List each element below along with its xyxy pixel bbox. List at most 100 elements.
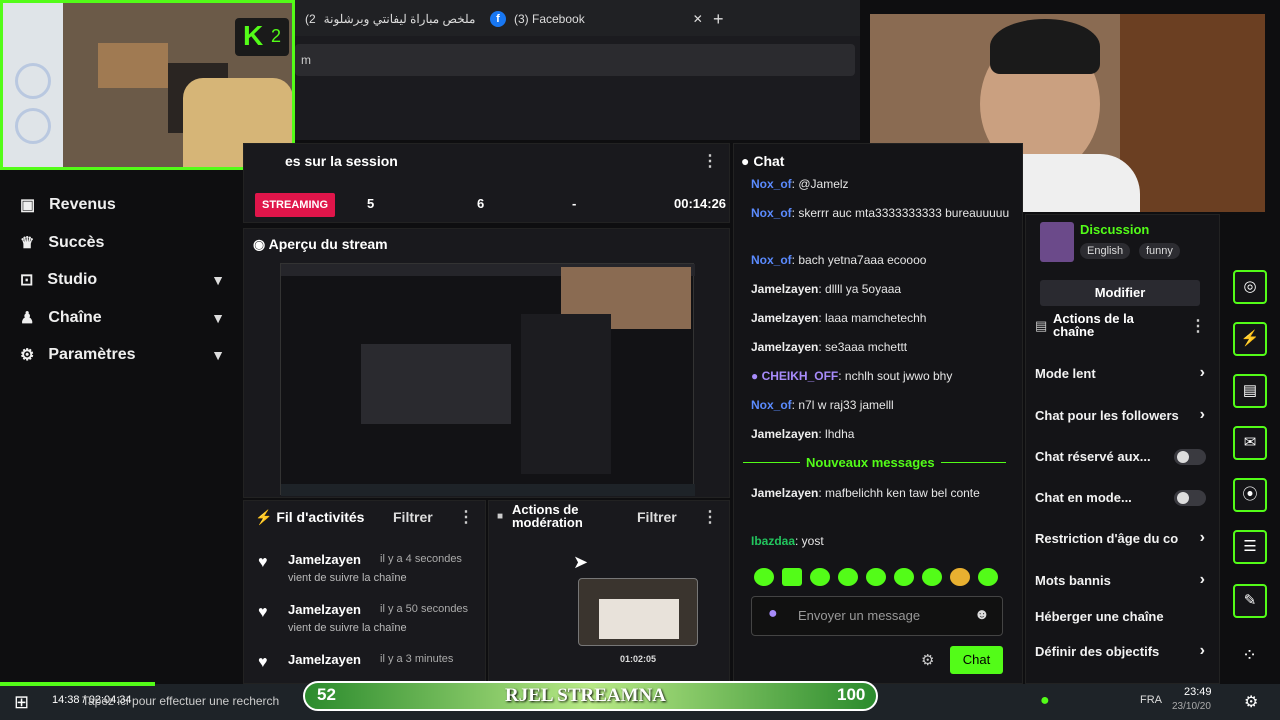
new-tab-button[interactable]: + bbox=[713, 6, 724, 32]
preview-inner bbox=[361, 344, 511, 424]
close-icon[interactable]: ✕ bbox=[693, 12, 703, 26]
list-item: ♥ Jamelzayen il y a 4 secondes vient de … bbox=[258, 552, 478, 592]
category-thumbnail bbox=[1040, 222, 1074, 262]
tag: English bbox=[1080, 243, 1131, 259]
overlay-right-value: 100 bbox=[837, 685, 866, 704]
chat-username[interactable]: CHEIKH_OFF bbox=[762, 369, 839, 383]
chat-placeholder: Envoyer un message bbox=[798, 608, 921, 623]
emote-icon[interactable] bbox=[866, 568, 886, 586]
language-indicator[interactable]: FRA bbox=[1140, 694, 1162, 706]
channel-action[interactable]: Chat pour les followers › bbox=[1035, 406, 1205, 423]
more-options-icon[interactable]: ⋮ bbox=[702, 507, 718, 527]
overlay-left-value: 52 bbox=[317, 685, 336, 704]
emote-icon[interactable] bbox=[838, 568, 858, 586]
layout-button[interactable]: ☰ bbox=[1233, 530, 1267, 564]
sidebar-item-succes[interactable]: ♛ Succès bbox=[20, 228, 225, 258]
chat-username[interactable]: Nox_of bbox=[751, 398, 792, 412]
category-name[interactable]: Discussion bbox=[1080, 222, 1149, 237]
sidebar-item-label: Paramètres bbox=[48, 346, 136, 363]
toggle-switch[interactable] bbox=[1174, 449, 1206, 465]
emote-icon[interactable] bbox=[978, 568, 998, 586]
activity-user[interactable]: Jamelzayen bbox=[288, 552, 361, 567]
bolt-button[interactable]: ⚡ bbox=[1233, 322, 1267, 356]
toggle-switch[interactable] bbox=[1174, 490, 1206, 506]
wrench-button[interactable]: ✎ bbox=[1233, 584, 1267, 618]
sidebar-item-studio[interactable]: ⊡ Studio ▼ bbox=[20, 265, 225, 295]
search-input[interactable]: Tapez ici pour effectuer une recherch bbox=[82, 694, 279, 708]
camera-button[interactable]: ◎ bbox=[1233, 270, 1267, 304]
more-options-icon[interactable]: ⋮ bbox=[702, 151, 718, 171]
actions-title: Actions de la chaîne bbox=[1053, 311, 1134, 339]
channel-action-label: Mots bannis bbox=[1035, 573, 1111, 588]
emote-icon[interactable] bbox=[782, 568, 802, 586]
chat-text: : lhdha bbox=[818, 427, 855, 441]
sidebar-item-chaine[interactable]: ♟ Chaîne ▼ bbox=[20, 303, 225, 333]
tab-facebook[interactable]: f (3) Facebook ✕ bbox=[490, 6, 703, 32]
dots-cluster-icon[interactable]: ⁘ bbox=[1242, 645, 1257, 666]
chat-username[interactable]: Jamelzayen bbox=[751, 282, 818, 296]
kick-count: 2 bbox=[271, 26, 282, 46]
emote-icon[interactable] bbox=[950, 568, 970, 586]
tab-title: ملخص مباراة ليفانتي وبرشلونة bbox=[323, 12, 476, 26]
sidebar-item-label: Studio bbox=[47, 271, 98, 288]
tray-icon[interactable]: ● bbox=[1040, 692, 1050, 710]
sidebar-item-revenus[interactable]: ▣ Revenus bbox=[20, 190, 225, 220]
fan bbox=[15, 108, 51, 144]
channel-action[interactable]: Mots bannis › bbox=[1035, 571, 1205, 588]
more-options-icon[interactable]: ⋮ bbox=[1190, 316, 1206, 336]
gear-icon[interactable]: ⚙ bbox=[921, 651, 934, 669]
address-text: m bbox=[301, 53, 311, 67]
chat-username[interactable]: Nox_of bbox=[751, 253, 792, 267]
emote-icon[interactable] bbox=[894, 568, 914, 586]
sliders-icon: ▤ bbox=[1035, 318, 1048, 333]
chat-username[interactable]: Jamelzayen bbox=[751, 340, 818, 354]
stream-preview[interactable] bbox=[280, 263, 695, 496]
modify-button[interactable]: Modifier bbox=[1040, 280, 1200, 306]
channel-action[interactable]: Chat en mode... bbox=[1035, 490, 1206, 506]
clock[interactable]: 23:49 bbox=[1184, 686, 1212, 698]
cursor-icon: ➤ bbox=[573, 552, 589, 572]
filter-button[interactable]: Filtrer bbox=[637, 509, 677, 525]
more-options-icon[interactable]: ⋮ bbox=[458, 507, 474, 527]
channel-action[interactable]: Définir des objectifs › bbox=[1035, 642, 1205, 659]
stat-value: 5 bbox=[367, 196, 375, 211]
mic-icon[interactable]: ● bbox=[768, 605, 778, 623]
gear-icon: ⚙ bbox=[20, 347, 35, 364]
notifications-icon[interactable]: ⚙ bbox=[1244, 692, 1258, 712]
activity-user[interactable]: Jamelzayen bbox=[288, 602, 361, 617]
stat-value: - bbox=[572, 196, 577, 211]
chat-input[interactable]: ● Envoyer un message ☻ bbox=[751, 596, 1003, 636]
activity-user[interactable]: Jamelzayen bbox=[288, 652, 361, 667]
channel-action[interactable]: Mode lent › bbox=[1035, 364, 1205, 381]
chat-username[interactable]: Jamelzayen bbox=[751, 427, 818, 441]
filter-button[interactable]: Filtrer bbox=[393, 509, 433, 525]
tab-match-summary[interactable]: (2 ملخص مباراة ليفانتي وبرشلونة ✕ bbox=[305, 6, 503, 32]
emote-icon[interactable] bbox=[810, 568, 830, 586]
date: 23/10/20 bbox=[1172, 701, 1211, 712]
trophy-icon: ♛ bbox=[20, 235, 35, 252]
mic-icon: ● bbox=[751, 369, 762, 383]
channel-action[interactable]: Restriction d'âge du co › bbox=[1035, 529, 1205, 546]
chat-username[interactable]: Nox_of bbox=[751, 177, 792, 191]
windows-icon[interactable]: ⊞ bbox=[14, 692, 29, 713]
address-bar[interactable]: m bbox=[295, 44, 855, 76]
chat-username[interactable]: Jamelzayen bbox=[751, 311, 818, 325]
sidebar-item-label: Succès bbox=[48, 234, 105, 251]
chat-button[interactable]: ✉ bbox=[1233, 426, 1267, 460]
sidebar-item-parametres[interactable]: ⚙ Paramètres ▼ bbox=[20, 340, 225, 370]
emoji-icon[interactable]: ☻ bbox=[974, 606, 990, 623]
chat-username[interactable]: Jamelzayen bbox=[751, 486, 818, 500]
clip-thumbnail[interactable] bbox=[578, 578, 698, 646]
chat-username[interactable]: Ibazdaa bbox=[751, 534, 795, 548]
channel-action[interactable]: Chat réservé aux... bbox=[1035, 449, 1206, 465]
send-chat-button[interactable]: Chat bbox=[950, 646, 1003, 674]
channel-action[interactable]: Héberger une chaîne bbox=[1035, 609, 1205, 624]
chat-username[interactable]: Nox_of bbox=[751, 206, 792, 220]
broadcast-button[interactable]: ⦿ bbox=[1233, 478, 1267, 512]
wallet-icon: ▣ bbox=[20, 197, 36, 214]
emote-icon[interactable] bbox=[754, 568, 774, 586]
note-button[interactable]: ▤ bbox=[1233, 374, 1267, 408]
chat-icon: ● bbox=[741, 153, 750, 169]
emote-icon[interactable] bbox=[922, 568, 942, 586]
activity-desc: vient de suivre la chaîne bbox=[288, 622, 407, 634]
